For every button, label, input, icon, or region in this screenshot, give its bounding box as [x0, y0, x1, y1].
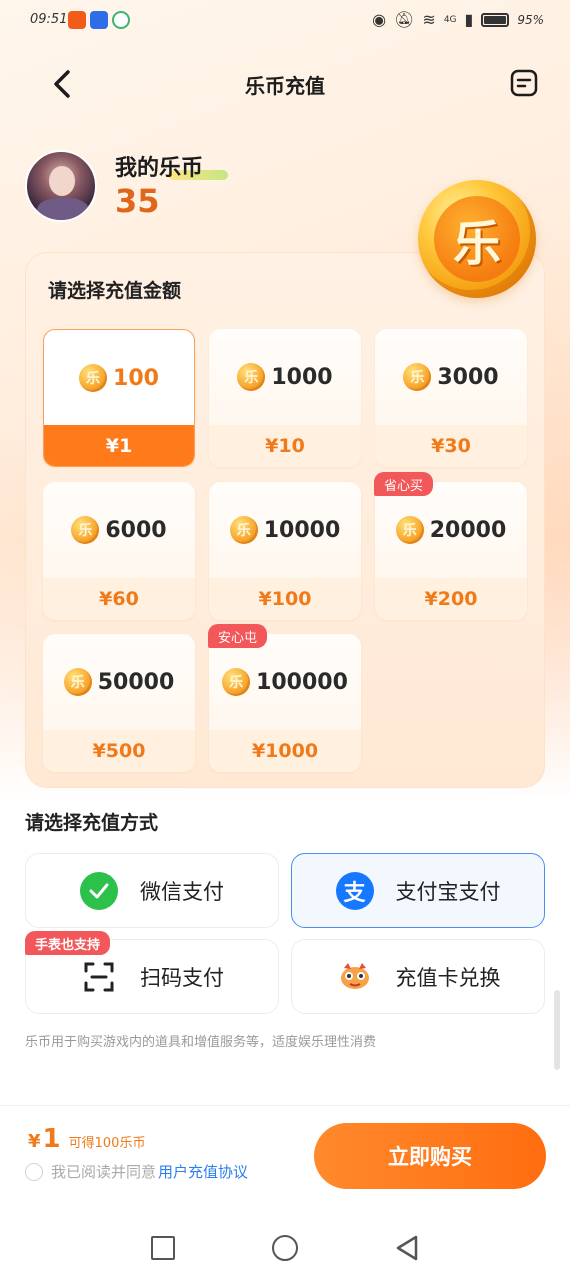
footer-divider	[0, 1105, 570, 1106]
payment-label: 微信支付	[140, 879, 224, 904]
recharge-card-icon	[336, 958, 374, 996]
wechat-pay-button[interactable]: 微信支付	[25, 853, 279, 928]
scan-icon	[80, 958, 118, 996]
scrollbar[interactable]	[554, 990, 560, 1070]
recent-apps-icon[interactable]	[151, 1236, 175, 1260]
price-summary: ¥1 可得100乐币	[28, 1124, 145, 1154]
agreement-row: 我已阅读并同意 用户充值协议	[25, 1161, 248, 1182]
price-desc: 可得100乐币	[68, 1136, 146, 1151]
alipay-button[interactable]: 支 支付宝支付	[291, 853, 545, 928]
payment-label: 充值卡兑换	[395, 965, 501, 990]
wechat-pay-icon	[80, 871, 118, 910]
home-icon[interactable]	[272, 1235, 298, 1261]
alipay-icon: 支	[335, 871, 374, 910]
watch-support-badge: 手表也支持	[25, 931, 111, 955]
agree-checkbox[interactable]	[25, 1162, 43, 1181]
payment-methods: 微信支付 支 支付宝支付 扫码支付 充值卡兑换 手表也支持	[0, 0, 570, 1100]
price-value: 1	[42, 1124, 61, 1154]
nav-back-icon[interactable]	[394, 1234, 420, 1262]
payment-label: 支付宝支付	[395, 879, 501, 904]
payment-label: 扫码支付	[140, 965, 224, 990]
buy-now-button[interactable]: 立即购买	[314, 1123, 546, 1189]
recharge-card-button[interactable]: 充值卡兑换	[291, 939, 545, 1014]
agree-text: 我已阅读并同意	[51, 1163, 157, 1181]
currency-symbol: ¥	[28, 1131, 41, 1152]
agreement-link[interactable]: 用户充值协议	[158, 1161, 248, 1182]
payment-note: 乐币用于购买游戏内的道具和增值服务等，适度娱乐理性消费	[25, 1035, 377, 1050]
